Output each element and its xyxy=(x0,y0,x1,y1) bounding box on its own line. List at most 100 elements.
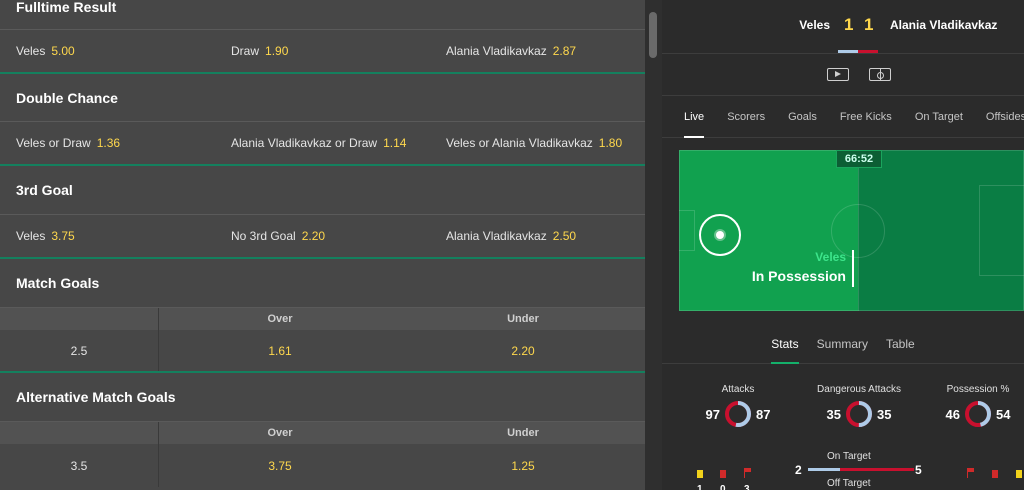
header-line xyxy=(0,308,158,330)
selection-button[interactable]: Veles or Alania Vladikavkaz 1.80 xyxy=(430,136,645,150)
ball-marker-icon xyxy=(699,214,741,256)
on-target-away: 5 xyxy=(915,463,922,477)
stat-home-value: 35 xyxy=(826,406,841,422)
header-over: Over xyxy=(158,308,401,330)
stat-away-value: 87 xyxy=(756,406,771,422)
table-header: Over Under xyxy=(0,421,645,444)
selection-odds: 2.87 xyxy=(552,44,577,58)
selection-odds: 5.00 xyxy=(51,44,75,58)
selection-button[interactable]: Veles 5.00 xyxy=(0,44,215,58)
stat-home-value: 46 xyxy=(945,406,960,422)
off-target-title: Off Target xyxy=(827,478,871,489)
selection-odds: 2.20 xyxy=(301,229,326,243)
stat-possession: Possession % 46 54 xyxy=(938,384,1018,428)
table-row: 2.5 1.61 2.20 xyxy=(0,330,645,373)
left-penalty-box xyxy=(679,210,695,251)
header-over: Over xyxy=(158,422,401,444)
tab-on-target[interactable]: On Target xyxy=(915,96,963,138)
scroll-thumb[interactable] xyxy=(649,12,657,58)
tab-summary[interactable]: Summary xyxy=(817,324,868,364)
match-clock: 66:52 xyxy=(836,150,882,168)
red-card-icon xyxy=(992,470,998,478)
red-card-icon xyxy=(720,470,726,478)
table-row: 3.5 3.75 1.25 xyxy=(0,444,645,487)
home-score: 1 xyxy=(844,15,854,34)
over-odds-button[interactable]: 3.75 xyxy=(158,444,401,487)
selection-label: Veles xyxy=(16,44,46,58)
possession-donut-chart xyxy=(965,401,991,427)
home-yellow-count: 1 xyxy=(697,484,703,490)
selection-button[interactable]: Alania Vladikavkaz 2.50 xyxy=(430,229,645,243)
market-title-match-goals[interactable]: Match Goals xyxy=(0,259,645,307)
header-line xyxy=(0,422,158,444)
pitch-icon[interactable] xyxy=(869,68,891,81)
corner-flag-icon xyxy=(744,468,753,478)
selection-odds: 2.50 xyxy=(552,229,577,243)
selection-label: Alania Vladikavkaz or Draw xyxy=(231,136,378,150)
selection-label: Veles or Draw xyxy=(16,136,91,150)
stat-tabs: Stats Summary Table xyxy=(662,324,1024,364)
home-color-bar xyxy=(838,50,858,53)
possession-indicator xyxy=(852,250,854,287)
market-title-3rd-goal[interactable]: 3rd Goal xyxy=(0,166,645,214)
stat-home-value: 97 xyxy=(705,406,720,422)
selection-label: Alania Vladikavkaz xyxy=(446,229,547,243)
video-icon[interactable] xyxy=(827,68,849,81)
stat-dangerous-attacks: Dangerous Attacks 35 35 xyxy=(809,384,909,428)
selection-odds: 1.36 xyxy=(96,136,121,150)
selection-button[interactable]: Veles or Draw 1.36 xyxy=(0,136,215,150)
on-target-home-bar xyxy=(808,468,840,471)
yellow-card-icon xyxy=(697,470,703,478)
selection-label: Alania Vladikavkaz xyxy=(446,44,547,58)
over-odds-button[interactable]: 1.61 xyxy=(158,330,401,371)
under-odds-button[interactable]: 2.20 xyxy=(401,330,645,371)
home-corner-count: 3 xyxy=(744,484,750,490)
selection-button[interactable]: Draw 1.90 xyxy=(215,44,430,58)
possession-team: Veles xyxy=(815,250,846,264)
tracker-tabs: Live Scorers Goals Free Kicks On Target … xyxy=(662,96,1024,138)
stat-attacks: Attacks 97 87 xyxy=(698,384,778,428)
tab-scorers[interactable]: Scorers xyxy=(727,96,765,138)
selection-odds: 1.14 xyxy=(383,136,407,150)
market-title-double-chance[interactable]: Double Chance xyxy=(0,74,645,121)
match-tracker: Veles 1 1 Alania Vladikavkaz Live Scorer… xyxy=(662,0,1024,490)
stat-title: Possession % xyxy=(946,384,1010,395)
goal-line: 2.5 xyxy=(70,343,88,358)
scrollbar[interactable] xyxy=(645,0,662,490)
market-row: Veles 5.00 Draw 1.90 Alania Vladikavkaz 2.8… xyxy=(0,29,645,74)
tab-goals[interactable]: Goals xyxy=(788,96,817,138)
selection-button[interactable]: No 3rd Goal 2.20 xyxy=(215,229,430,243)
corner-flag-icon xyxy=(967,468,976,478)
selection-label: No 3rd Goal xyxy=(231,229,296,243)
possession-label: In Possession xyxy=(751,268,846,284)
selection-odds: 1.80 xyxy=(598,136,623,150)
stat-away-value: 54 xyxy=(996,406,1011,422)
selection-button[interactable]: Alania Vladikavkaz 2.87 xyxy=(430,44,645,58)
tab-free-kicks[interactable]: Free Kicks xyxy=(840,96,892,138)
markets-panel: Fulltime Result Veles 5.00 Draw 1.90 Alani… xyxy=(0,0,645,490)
selection-button[interactable]: Alania Vladikavkaz or Draw 1.14 xyxy=(215,136,430,150)
under-odds-button[interactable]: 1.25 xyxy=(401,444,645,487)
on-target-home: 2 xyxy=(795,463,802,477)
dangerous-attacks-donut-chart xyxy=(846,401,872,427)
tab-live[interactable]: Live xyxy=(684,96,705,138)
tab-table[interactable]: Table xyxy=(886,324,915,364)
selection-label: Veles or Alania Vladikavkaz xyxy=(446,136,593,150)
market-title-alt-match-goals[interactable]: Alternative Match Goals xyxy=(0,373,645,421)
home-red-count: 0 xyxy=(720,484,726,490)
yellow-card-icon xyxy=(1016,470,1022,478)
market-row: Veles 3.75 No 3rd Goal 2.20 Alania Vladika… xyxy=(0,214,645,259)
away-team-name: Alania Vladikavkaz xyxy=(890,18,998,32)
tab-stats[interactable]: Stats xyxy=(771,324,800,364)
on-target-title: On Target xyxy=(827,451,871,462)
stat-title: Attacks xyxy=(721,384,755,395)
goal-line: 3.5 xyxy=(70,458,88,473)
selection-button[interactable]: Veles 3.75 xyxy=(0,229,215,243)
table-header: Over Under xyxy=(0,307,645,330)
away-color-bar xyxy=(858,50,878,53)
selection-label: Draw xyxy=(231,44,260,58)
on-target-away-bar xyxy=(840,468,914,471)
stat-away-value: 35 xyxy=(877,406,892,422)
selection-label: Veles xyxy=(16,229,46,243)
tab-offsides[interactable]: Offsides xyxy=(986,96,1024,138)
